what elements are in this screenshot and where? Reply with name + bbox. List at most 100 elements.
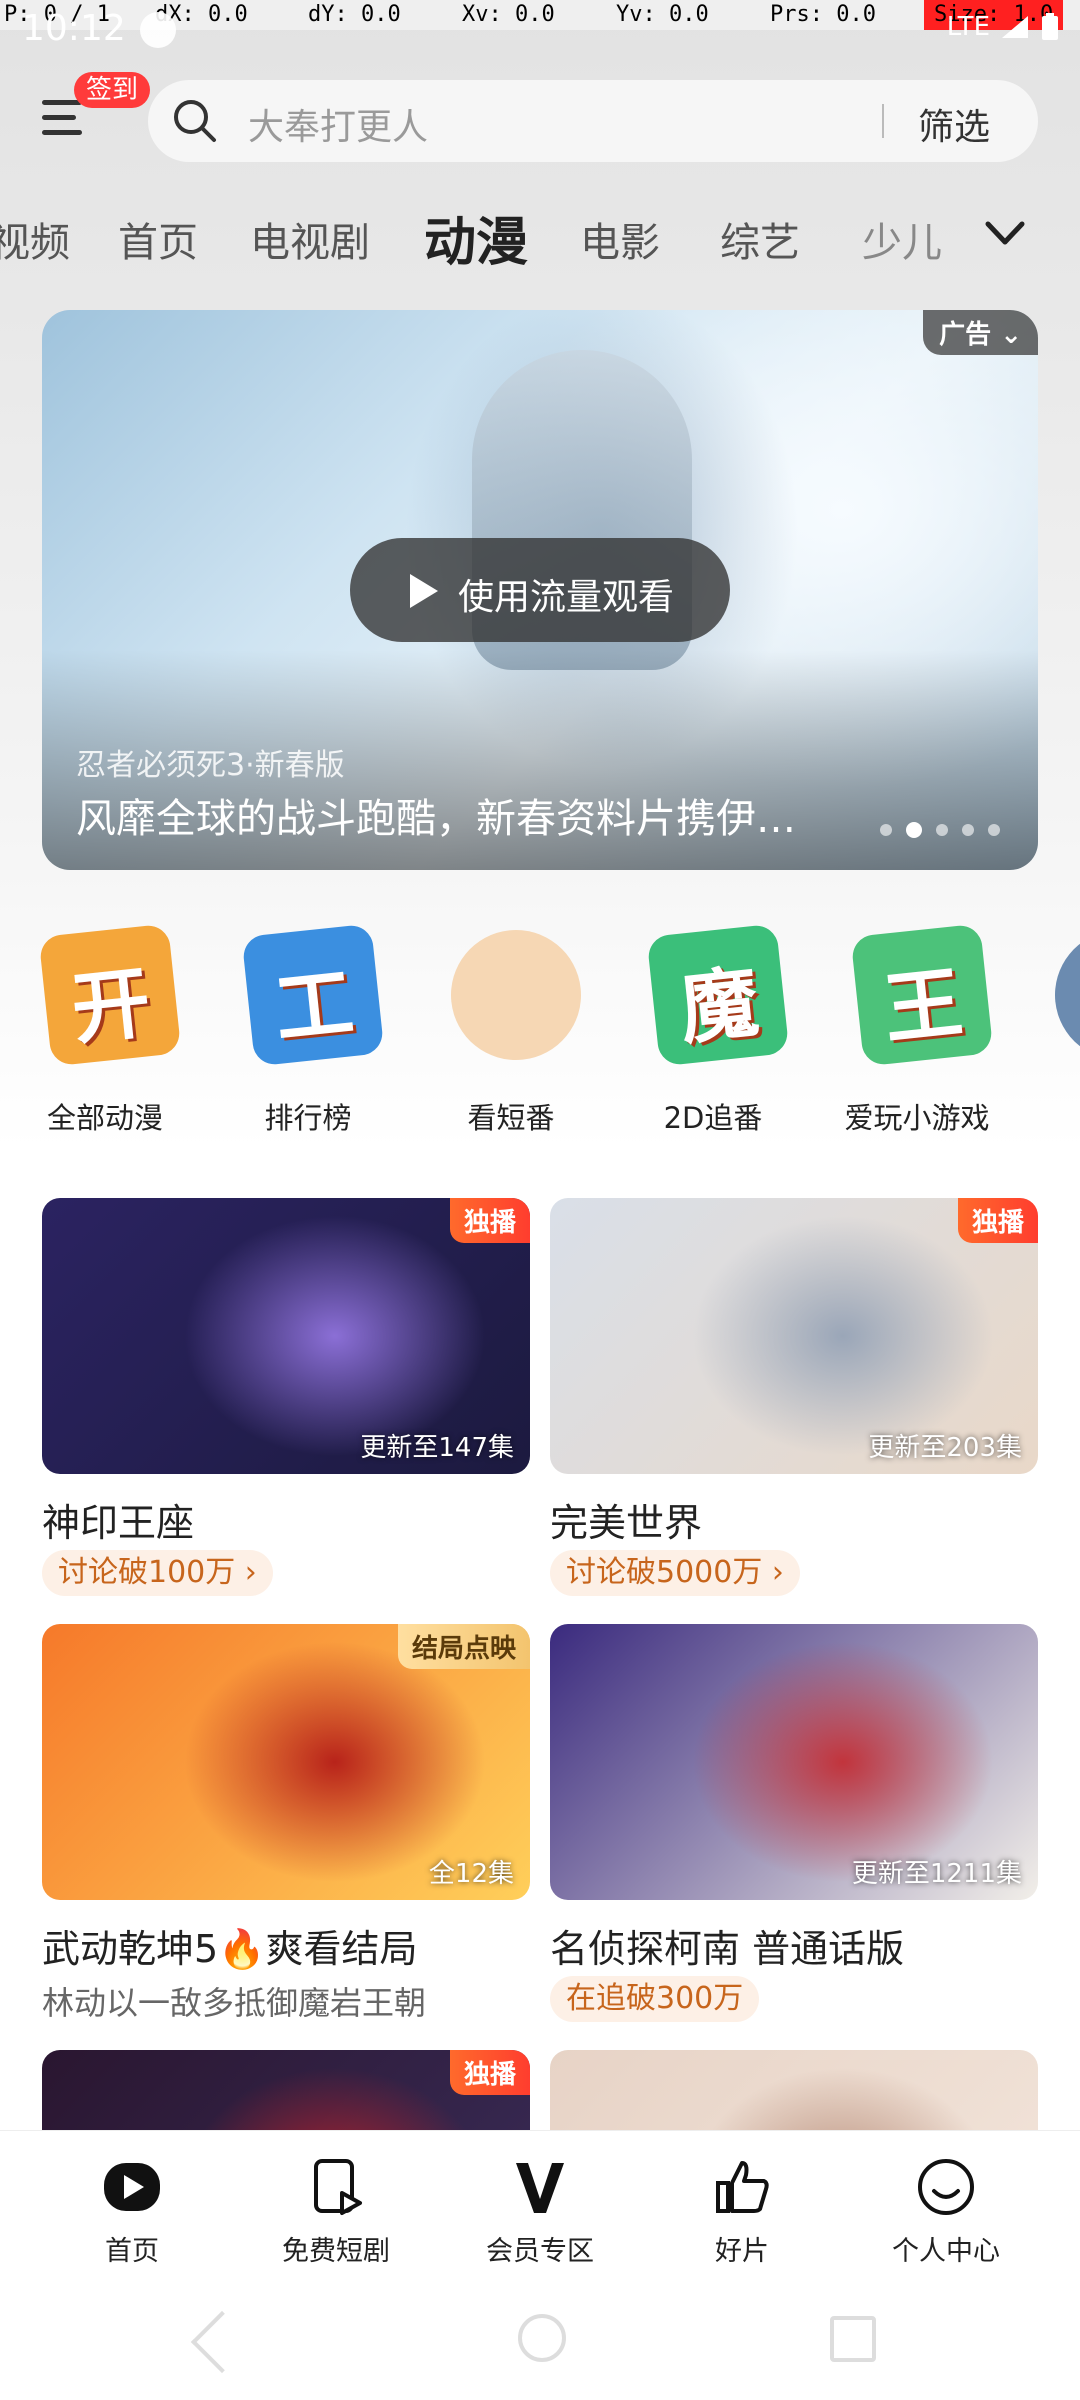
- play-logo-icon: [102, 2157, 162, 2217]
- banner-dot: [962, 824, 974, 836]
- card-thumbnail[interactable]: 独播更新至147集: [42, 1198, 530, 1474]
- quick-link-label: 排行榜: [264, 1101, 352, 1135]
- quick-link-icon: 王: [850, 923, 994, 1067]
- quick-link-glyph: 工: [270, 958, 358, 1056]
- quick-link-glyph: 魔: [675, 958, 763, 1056]
- debug-prs: Prs: 0.0: [770, 2, 876, 27]
- quick-link-icon: 工: [241, 923, 385, 1067]
- quick-link-icon: [1048, 923, 1080, 1067]
- nav-label: 会员专区: [486, 2236, 594, 2267]
- thumbs-up-icon: [712, 2157, 772, 2217]
- banner-dot: [906, 822, 922, 838]
- tab-1[interactable]: 首页: [118, 210, 198, 268]
- card-title: 武动乾坤5🔥爽看结局: [42, 1927, 418, 1971]
- banner-dot: [988, 824, 1000, 836]
- play-icon: [410, 574, 438, 608]
- debug-yv: Yv: 0.0: [616, 2, 709, 27]
- card-thumbnail[interactable]: 独播更新至203集: [550, 1198, 1038, 1474]
- banner-title: 风靡全球的战斗跑酷，新春资料片携伊…: [76, 796, 796, 842]
- card-title: 名侦探柯南 普通话版: [550, 1927, 905, 1971]
- episode-count: 更新至147集: [360, 1433, 514, 1463]
- back-icon[interactable]: [190, 2310, 254, 2374]
- quick-link-3[interactable]: 魔: [638, 923, 790, 1090]
- recent-apps-icon[interactable]: [830, 2316, 876, 2362]
- exclusive-badge: 独播: [449, 2050, 530, 2095]
- search-divider: [882, 104, 884, 138]
- card-description: 林动以一敌多抵御魔岩王朝: [42, 1984, 427, 2022]
- chevron-right-icon: ›: [762, 1555, 784, 1590]
- discussion-tag-text: 讨论破5000万: [566, 1555, 763, 1590]
- home-icon[interactable]: [518, 2314, 566, 2362]
- episode-count: 更新至1211集: [851, 1859, 1022, 1889]
- promo-banner[interactable]: 广告 ⌄ 使用流量观看 忍者必须死3·新春版 风靡全球的战斗跑酷，新春资料片携伊…: [42, 310, 1038, 870]
- discussion-tag[interactable]: 讨论破5000万 ›: [550, 1550, 800, 1596]
- menu-icon[interactable]: [42, 100, 90, 144]
- card-title: 神印王座: [42, 1501, 195, 1545]
- quick-link-glyph: 王: [879, 958, 967, 1056]
- exclusive-badge: 独播: [957, 1198, 1038, 1243]
- discussion-tag-text: 讨论破100万: [58, 1555, 236, 1590]
- nav-label: 个人中心: [892, 2236, 1000, 2267]
- nav-label: 免费短剧: [282, 2236, 390, 2267]
- episode-count: 更新至203集: [868, 1433, 1022, 1463]
- bottom-navigation: 首页 免费短剧 会员专区 好片 个人中心: [0, 2130, 1080, 2281]
- quick-link-0[interactable]: 开: [30, 923, 182, 1090]
- nav-label: 首页: [105, 2236, 159, 2267]
- quick-link-icon: 开: [38, 923, 182, 1067]
- card-thumbnail[interactable]: 更新至1211集: [550, 1624, 1038, 1900]
- search-input[interactable]: 大奉打更人: [248, 98, 428, 150]
- tab-3[interactable]: 动漫: [424, 200, 528, 275]
- banner-subtitle: 忍者必须死3·新春版: [76, 748, 345, 783]
- signin-badge[interactable]: 签到: [74, 72, 151, 108]
- quick-link-2[interactable]: [436, 923, 588, 1090]
- tab-2[interactable]: 电视剧: [250, 210, 370, 268]
- banner-pagination: [880, 822, 1000, 838]
- banner-dot: [880, 824, 892, 836]
- system-navigation: [0, 2280, 1080, 2400]
- tab-6[interactable]: 少儿: [862, 210, 942, 268]
- quick-link-label: 全部动漫: [46, 1101, 163, 1135]
- card-title: 完美世界: [550, 1501, 703, 1545]
- quick-link-4[interactable]: 王: [842, 923, 994, 1090]
- nav-label: 好片: [715, 2236, 769, 2267]
- quick-link-1[interactable]: 工: [233, 923, 385, 1090]
- smile-face-icon: [916, 2157, 976, 2217]
- app-notification-icon: [140, 12, 176, 48]
- signal-icon: [1002, 16, 1028, 38]
- exclusive-badge: 独播: [449, 1198, 530, 1243]
- short-drama-icon: [306, 2157, 366, 2217]
- play-with-data-button[interactable]: 使用流量观看: [350, 538, 730, 642]
- tab-5[interactable]: 综艺: [720, 210, 800, 268]
- ad-label[interactable]: 广告 ⌄: [923, 310, 1038, 355]
- banner-dot: [936, 824, 948, 836]
- chevron-right-icon: ›: [235, 1555, 257, 1590]
- quick-link-glyph: 开: [67, 958, 155, 1056]
- search-icon: [174, 100, 216, 142]
- exclusive-badge: 结局点映: [397, 1624, 530, 1669]
- vip-v-icon: [510, 2157, 570, 2217]
- quick-link-icon: 魔: [646, 923, 790, 1067]
- category-tabs: 视频 首页 电视剧 动漫 电影 综艺 少儿: [0, 200, 1000, 273]
- debug-dy: dY: 0.0: [308, 2, 401, 27]
- tab-0[interactable]: 视频: [0, 210, 70, 268]
- quick-link-5[interactable]: [1040, 923, 1080, 1090]
- card-thumbnail[interactable]: 结局点映 全12集: [42, 1624, 530, 1900]
- tab-4[interactable]: 电影: [580, 210, 660, 268]
- chevron-down-icon[interactable]: [980, 214, 1030, 254]
- quick-link-label: 2D追番: [663, 1101, 763, 1135]
- discussion-tag[interactable]: 讨论破100万 ›: [42, 1550, 273, 1596]
- filter-button[interactable]: 筛选: [918, 98, 990, 150]
- status-time: 10:12: [22, 8, 126, 49]
- status-indicators: LTE: [947, 12, 1060, 42]
- discussion-tag[interactable]: 在追破300万: [550, 1976, 760, 2022]
- battery-icon: [1042, 13, 1058, 40]
- discussion-tag-text: 在追破300万: [566, 1981, 744, 2016]
- debug-xv: Xv: 0.0: [462, 2, 555, 27]
- quick-link-label: 看短番: [467, 1101, 555, 1135]
- quick-link-icon: [444, 923, 588, 1067]
- ad-label-text: 广告: [939, 320, 992, 350]
- search-bar[interactable]: 大奉打更人 筛选: [148, 80, 1038, 162]
- quick-link-label: 阁: [1015, 1095, 1080, 1137]
- network-type: LTE: [946, 12, 990, 42]
- play-with-data-label: 使用流量观看: [458, 577, 675, 618]
